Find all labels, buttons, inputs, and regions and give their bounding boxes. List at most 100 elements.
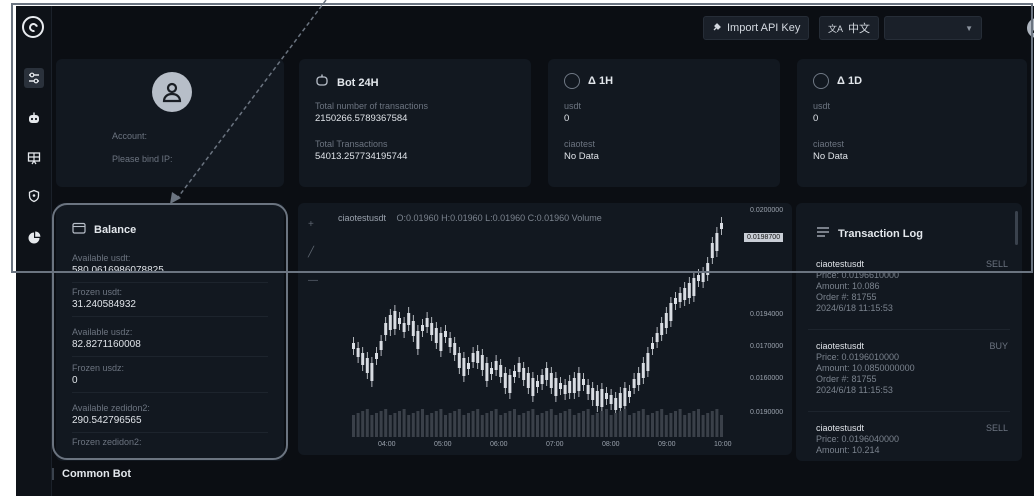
delta-1h-row1-label: usdt [564, 101, 582, 111]
account-label: Account: [112, 131, 148, 141]
volume-bar [485, 413, 489, 437]
language-button[interactable]: 文A 中文 [819, 16, 880, 40]
plug-icon [712, 22, 722, 35]
log-entry[interactable]: ciaotestusdt SELL Price: 0.0196040000 Am… [816, 423, 1008, 456]
candle-body [421, 325, 424, 331]
chart-board-icon[interactable] [24, 148, 44, 168]
candle-body [609, 395, 613, 404]
candle-body [664, 313, 668, 328]
volume-bar [407, 415, 411, 437]
candlestick-plot[interactable] [298, 203, 792, 455]
account-select[interactable]: ▼ [884, 16, 982, 40]
log-side: BUY [989, 341, 1008, 351]
candle-body [453, 343, 457, 355]
volume-bar [687, 413, 691, 437]
log-pair: ciaotestusdt [816, 259, 865, 269]
volume-bar [361, 411, 365, 437]
volume-bar [393, 413, 397, 437]
volume-bar [402, 409, 406, 437]
candle-body [361, 353, 365, 365]
balance-value: 580.0616986078825 [72, 265, 164, 276]
candle-body [365, 358, 369, 373]
last-price-label: 0.0198700 [744, 233, 784, 242]
volume-bar [549, 409, 553, 437]
candle-body [379, 341, 383, 350]
volume-bar [559, 413, 562, 437]
scrollbar[interactable] [1015, 211, 1018, 245]
candle-body [605, 393, 608, 399]
volume-bar [646, 415, 650, 437]
volume-bar [641, 409, 645, 437]
candle-body [632, 379, 636, 388]
candlestick-chart-card: + ╱ — ciaotestusdt O:0.01960 H:0.01960 L… [298, 203, 792, 455]
volume-bar [655, 411, 659, 437]
candle-body [687, 283, 691, 298]
balance-row: Available zedidon2: 290.542796565 [72, 403, 268, 433]
log-amount: Amount: 10.214 [816, 445, 880, 455]
volume-bar [669, 413, 673, 437]
top-bar: Import API Key 文A 中文 ▼ [52, 6, 1034, 50]
volume-bar [600, 411, 604, 437]
price-tick-label: 0.0160000 [750, 375, 784, 382]
delta-1h-row2-value: No Data [564, 151, 599, 162]
log-pair: ciaotestusdt [816, 341, 865, 351]
robot-icon[interactable] [24, 108, 44, 128]
account-card: Account: Please bind IP: [56, 59, 284, 187]
total-number-label: Total number of transactions [315, 101, 429, 111]
candle-body [646, 353, 650, 371]
candle-body [398, 318, 401, 324]
volume-bar [715, 409, 719, 437]
sidebar [16, 6, 52, 496]
sliders-icon[interactable] [24, 68, 44, 88]
candle-body [655, 333, 659, 342]
logo-icon[interactable] [22, 16, 44, 38]
volume-bar [490, 411, 493, 437]
candle-body [425, 318, 429, 327]
candle-body [614, 398, 618, 410]
robot-icon [315, 73, 329, 92]
candle-body [526, 373, 530, 388]
balance-row: Frozen zedidon2: [72, 437, 268, 453]
volume-bar [628, 415, 631, 437]
balance-row: Frozen usdz: 0 [72, 363, 268, 393]
delta-1d-row1-value: 0 [813, 113, 819, 124]
wallet-icon [72, 221, 86, 239]
candle-body [407, 313, 411, 325]
log-side: SELL [985, 423, 1008, 433]
candle-body [384, 323, 388, 335]
time-tick-label: 08:00 [602, 441, 620, 448]
candle-body [591, 388, 595, 400]
candle-body [715, 233, 719, 251]
candle-body [499, 365, 503, 377]
shield-icon[interactable] [24, 186, 44, 206]
volume-bar [614, 413, 618, 437]
volume-bar [471, 411, 475, 437]
candle-body [434, 328, 438, 343]
candle-body [641, 363, 645, 378]
candle-body [430, 323, 434, 335]
candle-body [393, 311, 397, 329]
import-api-key-button[interactable]: Import API Key [703, 16, 810, 40]
log-entry[interactable]: ciaotestusdt BUY Price: 0.0196010000 Amo… [816, 341, 1008, 396]
candle-body [480, 355, 484, 370]
volume-bar [476, 409, 480, 437]
candle-body [531, 378, 535, 396]
candle-body [402, 323, 406, 332]
pie-chart-icon[interactable] [24, 228, 44, 248]
volume-bar [572, 415, 576, 437]
user-icon[interactable] [1027, 18, 1034, 38]
candle-body [457, 353, 461, 368]
volume-bar [674, 411, 677, 437]
candle-body [572, 378, 576, 393]
candle-body [628, 391, 631, 397]
volume-bar [356, 413, 360, 437]
candle-body [706, 263, 710, 275]
candle-body [494, 361, 498, 370]
bind-ip-label: Please bind IP: [112, 154, 173, 164]
volume-bar [444, 415, 447, 437]
volume-bar [683, 415, 687, 437]
volume-bar [563, 411, 567, 437]
candle-body [577, 373, 581, 391]
log-entry[interactable]: ciaotestusdt SELL Price: 0.0196610000 Am… [816, 259, 1008, 314]
balance-label: Available usdz: [72, 327, 133, 337]
